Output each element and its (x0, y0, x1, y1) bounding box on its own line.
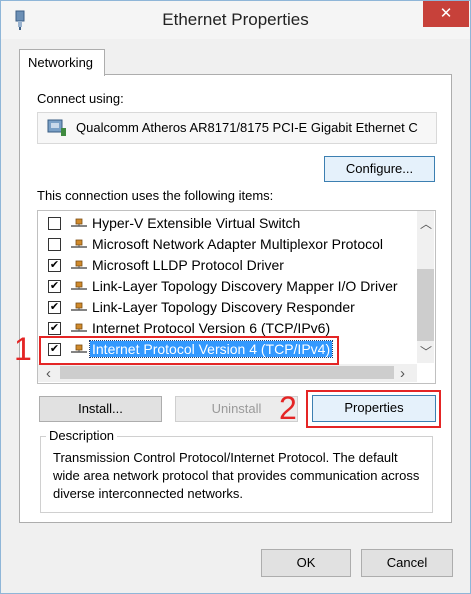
configure-button[interactable]: Configure... (324, 156, 435, 182)
list-item[interactable]: ✔ Microsoft LLDP Protocol Driver (38, 255, 414, 276)
list-item[interactable]: ✔ Link-Layer Topology Discovery Responder (38, 297, 414, 318)
title-bar[interactable]: Ethernet Properties ✕ (1, 1, 470, 39)
adapter-name: Qualcomm Atheros AR8171/8175 PCI-E Gigab… (76, 120, 418, 135)
list-item-label: Microsoft LLDP Protocol Driver (92, 257, 284, 273)
protocol-icon (71, 260, 87, 269)
ok-button[interactable]: OK (261, 549, 351, 577)
tab-networking[interactable]: Networking (19, 49, 105, 76)
properties-window: Ethernet Properties ✕ Networking Connect… (0, 0, 471, 594)
list-item[interactable]: Microsoft Network Adapter Multiplexor Pr… (38, 234, 414, 255)
item-checkbox[interactable]: ✔ (48, 322, 61, 335)
cancel-button[interactable]: Cancel (361, 549, 453, 577)
protocol-icon (71, 302, 87, 311)
description-legend: Description (46, 428, 118, 443)
window-title: Ethernet Properties (162, 10, 309, 29)
close-icon: ✕ (439, 5, 453, 22)
item-checkbox[interactable] (48, 217, 61, 230)
connect-using-label: Connect using: (37, 91, 124, 106)
install-button[interactable]: Install... (39, 396, 162, 422)
list-item-label: Link-Layer Topology Discovery Responder (92, 299, 355, 315)
protocol-icon (71, 239, 87, 248)
adapter-display[interactable]: Qualcomm Atheros AR8171/8175 PCI-E Gigab… (37, 112, 437, 144)
scroll-right-icon[interactable]: › (400, 365, 405, 382)
step-2-highlight (306, 390, 441, 428)
close-button[interactable]: ✕ (423, 1, 469, 27)
tab-networking-label: Networking (28, 55, 94, 70)
ok-button-label: OK (296, 555, 316, 570)
protocol-icon (71, 281, 87, 290)
protocol-icon (71, 323, 87, 332)
description-text: Transmission Control Protocol/Internet P… (53, 450, 420, 501)
scroll-up-icon[interactable]: ︿ (420, 215, 432, 232)
list-item[interactable]: ✔ Link-Layer Topology Discovery Mapper I/… (38, 276, 414, 297)
list-item[interactable]: Hyper-V Extensible Virtual Switch (38, 213, 414, 234)
items-label: This connection uses the following items… (37, 188, 274, 203)
horizontal-scroll-thumb[interactable] (60, 366, 394, 379)
list-item-label: Microsoft Network Adapter Multiplexor Pr… (92, 236, 383, 252)
ethernet-card-icon (47, 119, 66, 136)
item-checkbox[interactable]: ✔ (48, 259, 61, 272)
install-button-label: Install... (78, 401, 123, 416)
step-1-marker: 1 (14, 331, 32, 367)
list-item-label: Hyper-V Extensible Virtual Switch (92, 215, 301, 231)
vertical-scroll-thumb[interactable] (417, 269, 434, 341)
cancel-button-label: Cancel (386, 555, 428, 570)
scroll-left-icon[interactable]: ‹ (46, 365, 51, 382)
protocol-icon (71, 218, 87, 227)
item-checkbox[interactable]: ✔ (48, 280, 61, 293)
item-checkbox[interactable] (48, 238, 61, 251)
list-item-label: Link-Layer Topology Discovery Mapper I/O… (92, 278, 398, 294)
item-checkbox[interactable]: ✔ (48, 301, 61, 314)
configure-button-label: Configure... (345, 161, 414, 176)
uninstall-button-label: Uninstall (211, 401, 262, 416)
step-1-highlight (39, 336, 339, 365)
scroll-down-icon[interactable]: ﹀ (420, 343, 432, 360)
step-2-marker: 2 (279, 390, 297, 426)
list-item-label: Internet Protocol Version 6 (TCP/IPv6) (92, 320, 331, 336)
